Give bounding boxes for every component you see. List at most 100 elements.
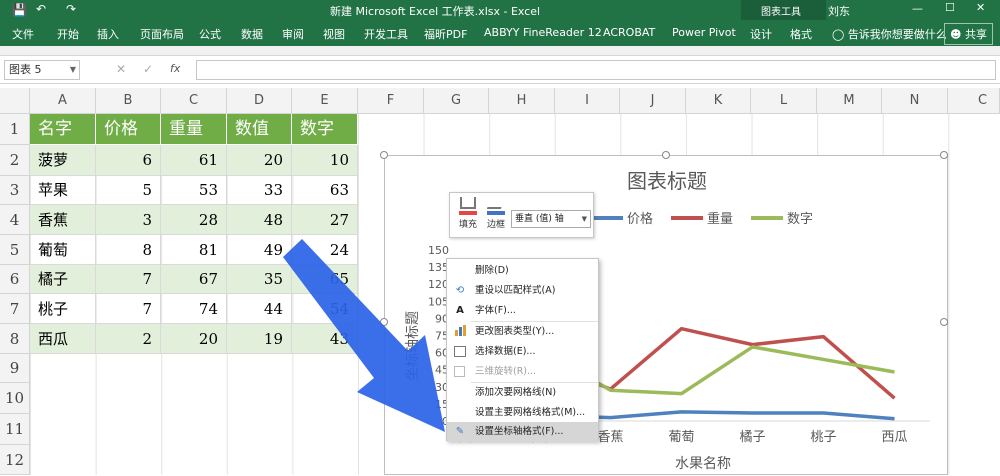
- restore-icon[interactable]: ☐: [945, 1, 955, 14]
- row-header[interactable]: 10: [0, 383, 30, 414]
- menu-item-delete[interactable]: 删除(D): [447, 261, 598, 281]
- tab-design[interactable]: 设计: [750, 26, 772, 42]
- tell-me-box[interactable]: ◯ 告诉我你想要做什么: [832, 26, 947, 42]
- table-cell-value[interactable]: 49: [227, 235, 292, 265]
- undo-icon[interactable]: ↶: [36, 2, 46, 16]
- tab-file[interactable]: 文件: [12, 26, 34, 42]
- formula-input[interactable]: [196, 60, 996, 80]
- resize-handle[interactable]: [380, 151, 388, 159]
- table-cell-weight[interactable]: 67: [161, 265, 227, 294]
- tab-acrobat[interactable]: ACROBAT: [603, 26, 655, 39]
- row-header[interactable]: 11: [0, 414, 30, 445]
- column-header[interactable]: N: [882, 88, 948, 114]
- column-header[interactable]: A: [30, 88, 96, 114]
- table-cell-price[interactable]: 6: [96, 145, 161, 176]
- tab-insert[interactable]: 插入: [97, 26, 119, 42]
- menu-item-reset-style[interactable]: ⟲ 重设以匹配样式(A): [447, 281, 598, 301]
- menu-item-select-data[interactable]: 选择数据(E)...: [447, 342, 598, 362]
- chart-legend[interactable]: 价格 重量 数字: [591, 211, 813, 227]
- resize-handle[interactable]: [940, 151, 948, 159]
- table-cell-price[interactable]: 3: [96, 205, 161, 235]
- column-header[interactable]: C: [161, 88, 227, 114]
- table-header-cell[interactable]: 名字: [30, 114, 96, 145]
- menu-item-format-major-gridlines[interactable]: 设置主要网格线格式(M)...: [447, 403, 598, 423]
- column-header[interactable]: D: [227, 88, 292, 114]
- table-cell-value[interactable]: 19: [227, 324, 292, 354]
- tab-formulas[interactable]: 公式: [199, 26, 221, 42]
- column-header[interactable]: G: [424, 88, 489, 114]
- column-header[interactable]: H: [489, 88, 555, 114]
- table-cell-name[interactable]: 橘子: [30, 265, 96, 294]
- menu-item-format-axis[interactable]: ✎ 设置坐标轴格式(F)...: [447, 422, 598, 442]
- outline-button[interactable]: 边框: [484, 197, 508, 230]
- menu-item-add-minor-gridlines[interactable]: 添加次要网格线(N): [447, 383, 598, 403]
- table-cell-number[interactable]: 24: [292, 235, 358, 265]
- tab-developer[interactable]: 开发工具: [364, 26, 408, 42]
- fill-button[interactable]: 填充: [456, 197, 480, 230]
- column-header[interactable]: J: [620, 88, 686, 114]
- row-header[interactable]: 3: [0, 176, 30, 205]
- tab-abbyy[interactable]: ABBYY FineReader 12: [484, 26, 602, 39]
- resize-handle[interactable]: [940, 318, 948, 326]
- chevron-down-icon[interactable]: ▼: [582, 211, 587, 227]
- resize-handle[interactable]: [380, 318, 388, 326]
- menu-item-change-chart-type[interactable]: 更改图表类型(Y)...: [447, 322, 598, 342]
- table-cell-number[interactable]: 10: [292, 145, 358, 176]
- table-cell-value[interactable]: 35: [227, 265, 292, 294]
- row-header[interactable]: 4: [0, 205, 30, 235]
- y-axis-title[interactable]: 坐标轴标题: [405, 311, 421, 381]
- table-cell-name[interactable]: 菠萝: [30, 145, 96, 176]
- table-cell-weight[interactable]: 28: [161, 205, 227, 235]
- table-header-cell[interactable]: 价格: [96, 114, 161, 145]
- table-cell-name[interactable]: 香蕉: [30, 205, 96, 235]
- column-header[interactable]: I: [555, 88, 620, 114]
- row-header[interactable]: 5: [0, 235, 30, 265]
- row-header[interactable]: 12: [0, 445, 30, 475]
- table-cell-number[interactable]: 43: [292, 324, 358, 354]
- table-cell-number[interactable]: 63: [292, 176, 358, 205]
- name-box[interactable]: 图表 5 ▼: [4, 60, 80, 80]
- column-header[interactable]: B: [96, 88, 161, 114]
- tab-home[interactable]: 开始: [57, 26, 79, 42]
- table-cell-price[interactable]: 7: [96, 265, 161, 294]
- table-cell-weight[interactable]: 20: [161, 324, 227, 354]
- table-cell-price[interactable]: 2: [96, 324, 161, 354]
- table-cell-number[interactable]: 65: [292, 265, 358, 294]
- element-selector[interactable]: 垂直 (值) 轴 ▼: [511, 210, 591, 228]
- tab-page-layout[interactable]: 页面布局: [140, 26, 184, 42]
- chevron-down-icon[interactable]: ▼: [70, 61, 76, 79]
- table-cell-value[interactable]: 48: [227, 205, 292, 235]
- table-cell-name[interactable]: 苹果: [30, 176, 96, 205]
- tab-review[interactable]: 审阅: [282, 26, 304, 42]
- table-cell-name[interactable]: 西瓜: [30, 324, 96, 354]
- table-cell-value[interactable]: 20: [227, 145, 292, 176]
- column-header[interactable]: F: [358, 88, 424, 114]
- select-all-corner[interactable]: [0, 88, 30, 114]
- table-header-cell[interactable]: 数字: [292, 114, 358, 145]
- user-name[interactable]: 刘东: [828, 3, 850, 19]
- tab-format[interactable]: 格式: [790, 26, 812, 42]
- row-header[interactable]: 9: [0, 354, 30, 383]
- resize-handle[interactable]: [662, 151, 670, 159]
- column-header[interactable]: C: [948, 88, 1000, 114]
- table-cell-value[interactable]: 44: [227, 294, 292, 324]
- close-icon[interactable]: ✕: [976, 1, 985, 14]
- table-cell-price[interactable]: 8: [96, 235, 161, 265]
- row-header[interactable]: 6: [0, 265, 30, 294]
- fx-icon[interactable]: fx: [170, 62, 180, 75]
- column-header[interactable]: M: [817, 88, 882, 114]
- table-cell-price[interactable]: 7: [96, 294, 161, 324]
- menu-item-font[interactable]: A 字体(F)...: [447, 301, 598, 321]
- table-cell-weight[interactable]: 53: [161, 176, 227, 205]
- tab-foxit-pdf[interactable]: 福昕PDF: [424, 26, 467, 42]
- tab-view[interactable]: 视图: [323, 26, 345, 42]
- cancel-icon[interactable]: ✕: [116, 62, 126, 76]
- tab-power-pivot[interactable]: Power Pivot: [672, 26, 736, 39]
- enter-icon[interactable]: ✓: [143, 62, 153, 76]
- tab-data[interactable]: 数据: [241, 26, 263, 42]
- table-cell-name[interactable]: 葡萄: [30, 235, 96, 265]
- table-header-cell[interactable]: 数值: [227, 114, 292, 145]
- chart-title[interactable]: 图表标题: [627, 169, 707, 193]
- table-cell-weight[interactable]: 81: [161, 235, 227, 265]
- table-cell-number[interactable]: 54: [292, 294, 358, 324]
